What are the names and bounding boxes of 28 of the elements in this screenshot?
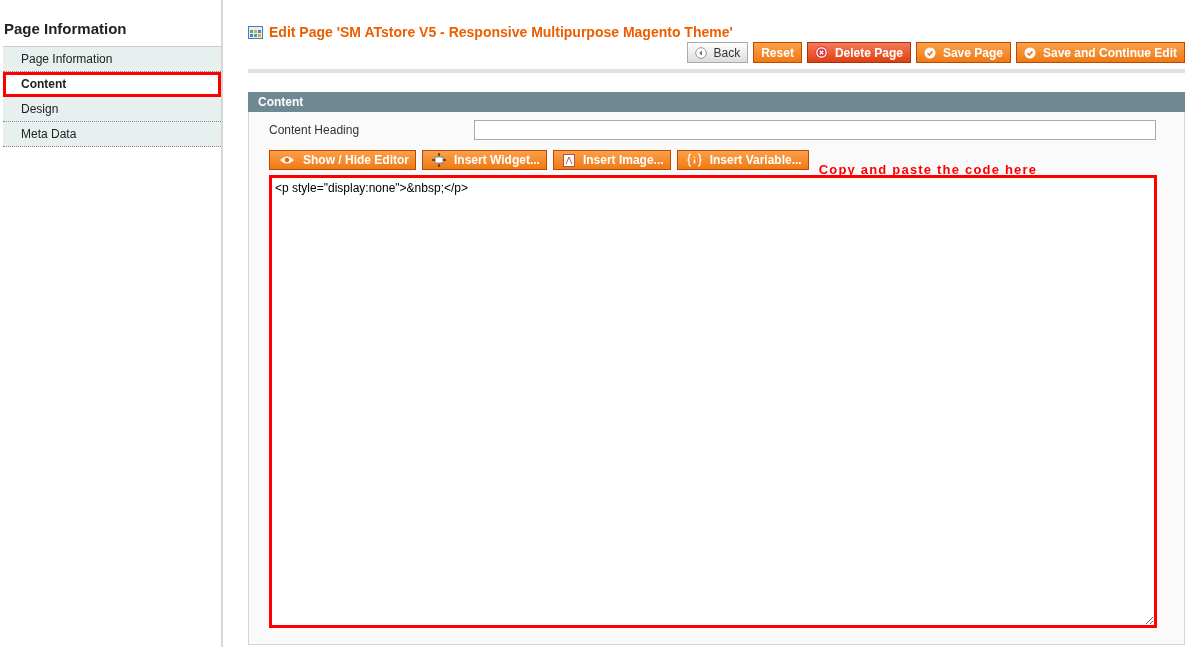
sidebar-tab[interactable]: Content: [3, 72, 221, 97]
grid-icon: [248, 25, 263, 39]
save-button[interactable]: Save and Continue Edit: [1016, 42, 1185, 63]
checkmark-icon: [923, 46, 936, 59]
checkmark-icon: [1024, 46, 1036, 59]
editor-button[interactable]: Insert Widget...: [422, 150, 547, 170]
close-icon: [814, 46, 828, 59]
heading-input-field[interactable]: [474, 120, 1156, 140]
reset-button[interactable]: Reset: [753, 42, 802, 63]
sidebar-tab[interactable]: Meta Data: [3, 122, 221, 147]
image-icon: [562, 153, 575, 167]
editor-button[interactable]: Insert Image...: [552, 150, 671, 170]
section-header: Content: [248, 92, 1185, 112]
eye-icon: [279, 155, 295, 165]
page-title: Edit Page 'SM ATstore V5 - Responsive Multipurpose Magento Theme': [269, 24, 733, 40]
delete-button[interactable]: Delete Page: [806, 42, 911, 63]
back-button[interactable]: Back: [686, 42, 749, 63]
sidebar-tab[interactable]: Page Information: [3, 47, 221, 72]
content-editor-field[interactable]: <p style="display:none">&nbsp;</p>: [269, 175, 1157, 628]
back-icon: [694, 46, 707, 59]
sidebar-tab[interactable]: Design: [3, 97, 221, 122]
sidebar-title: Page Information: [4, 20, 128, 37]
field-label: Content Heading: [269, 123, 361, 137]
editor-button[interactable]: Insert Variable...: [676, 150, 809, 170]
editor-button[interactable]: Show / Hide Editor: [269, 150, 416, 170]
save-button[interactable]: Save Page: [915, 42, 1011, 63]
braces-icon: [686, 153, 702, 167]
widget-icon: [432, 153, 446, 167]
